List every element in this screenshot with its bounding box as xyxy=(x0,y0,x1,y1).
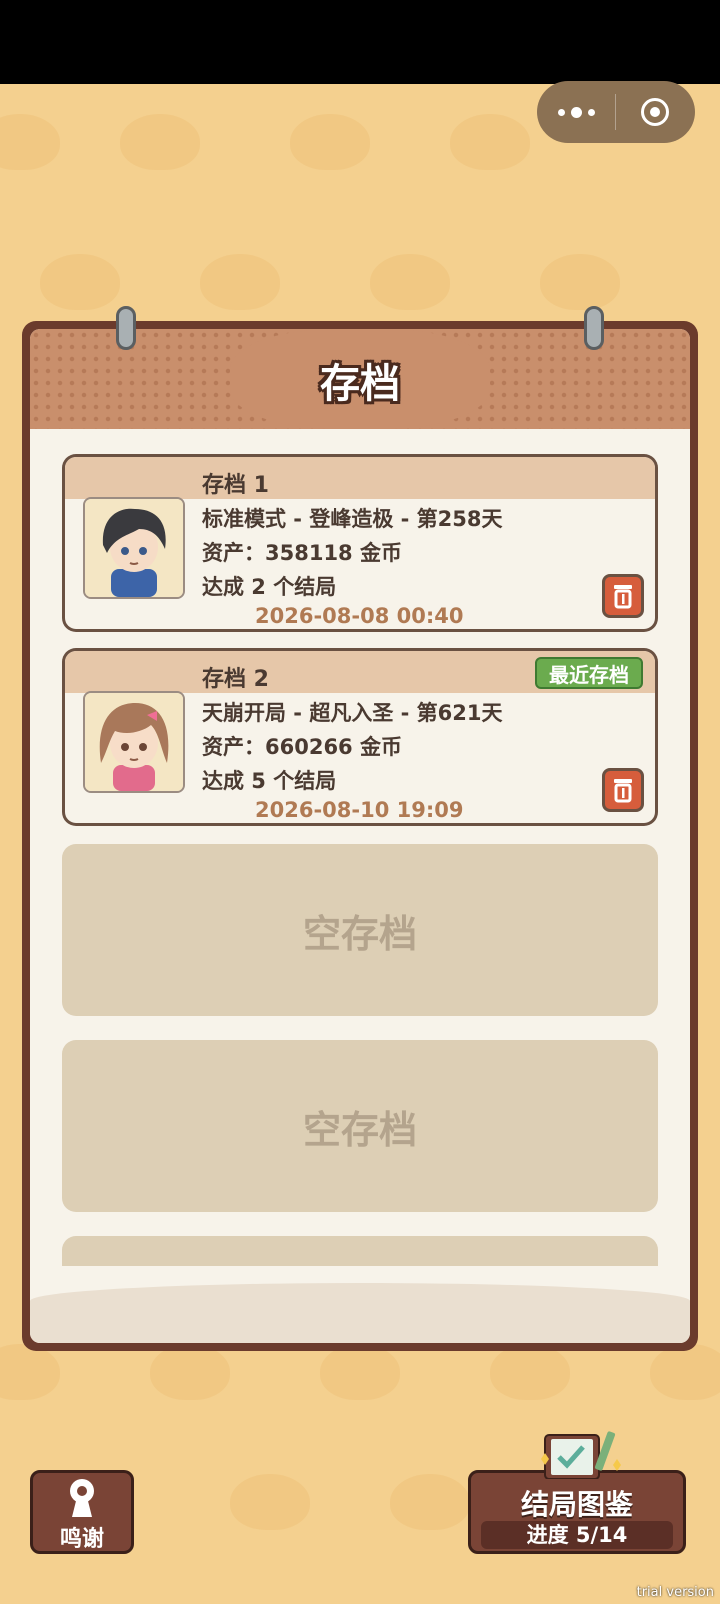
ending-gallery-title: 结局图鉴 xyxy=(520,1488,633,1521)
board-clip-right xyxy=(584,306,604,350)
trash-icon xyxy=(614,585,632,609)
thanks-label: 鸣谢 xyxy=(59,1527,104,1552)
empty-save-slot-5[interactable] xyxy=(62,1236,658,1266)
target-close-icon[interactable] xyxy=(616,81,694,143)
empty-save-slot-3[interactable]: 空存档 xyxy=(62,844,658,1016)
ending-gallery-button[interactable]: 结局图鉴 进度 5/14 xyxy=(468,1431,686,1554)
boy-avatar-icon xyxy=(85,499,183,597)
delete-save-button[interactable] xyxy=(602,574,644,618)
girl-avatar-icon xyxy=(85,693,183,791)
status-bar xyxy=(0,0,720,84)
avatar xyxy=(83,497,185,599)
save-mode-line: 天崩开局 - 超凡入圣 - 第621天 xyxy=(202,701,503,725)
ending-gallery-progress: 进度 5/14 xyxy=(481,1521,673,1549)
save-slot-name: 存档 2 xyxy=(202,667,269,692)
save-slot-1[interactable]: 存档 1 标准模式 - 登峰造极 - 第258天 资产：358118 金币 达成… xyxy=(62,454,658,632)
save-mode-line: 标准模式 - 登峰造极 - 第258天 xyxy=(202,507,503,531)
delete-save-button[interactable] xyxy=(602,768,644,812)
board-bottom-wave xyxy=(30,1283,690,1343)
empty-save-slot-4[interactable]: 空存档 xyxy=(62,1040,658,1212)
save-date: 2026-08-10 19:09 xyxy=(255,798,464,822)
more-dots-icon[interactable] xyxy=(537,81,615,143)
save-assets-line: 资产：660266 金币 xyxy=(202,735,402,759)
recent-save-badge: 最近存档 xyxy=(535,657,643,689)
save-date: 2026-08-08 00:40 xyxy=(255,604,464,628)
save-slot-name: 存档 1 xyxy=(202,473,269,498)
keyhole-person-icon xyxy=(70,1479,94,1517)
save-endings-line: 达成 5 个结局 xyxy=(202,769,337,793)
save-endings-line: 达成 2 个结局 xyxy=(202,575,337,599)
save-slot-list[interactable]: 存档 1 标准模式 - 登峰造极 - 第258天 资产：358118 金币 达成… xyxy=(62,454,658,1266)
save-slot-2[interactable]: 存档 2 最近存档 天崩开局 - 超凡入圣 - 第621天 资产：660266 … xyxy=(62,648,658,826)
save-assets-line: 资产：358118 金币 xyxy=(202,541,402,565)
mini-program-capsule xyxy=(537,81,695,143)
board-clip-left xyxy=(116,306,136,350)
thanks-button[interactable]: 鸣谢 xyxy=(30,1470,134,1554)
avatar xyxy=(83,691,185,793)
book-pencil-icon xyxy=(541,1431,621,1479)
slot-header-band xyxy=(65,457,655,499)
trial-version-watermark: trial version xyxy=(636,1585,714,1600)
trash-icon xyxy=(614,779,632,803)
page-title: 存档 xyxy=(320,361,400,407)
